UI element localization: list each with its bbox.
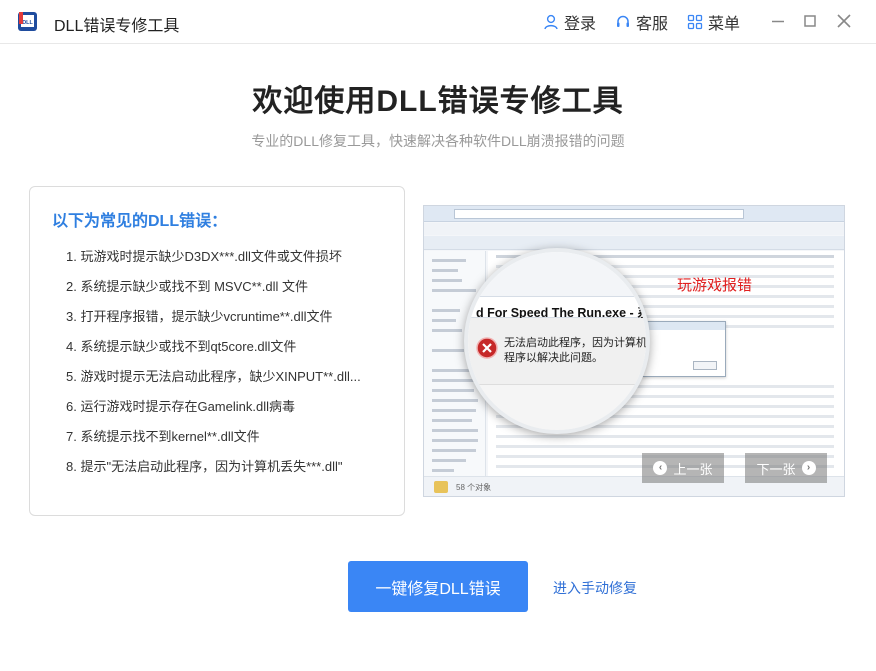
customer-service-button[interactable]: 客服 [615,11,668,33]
explorer-toolbar [424,236,844,250]
magnifier-lens: d For Speed The Run.exe - 系统错误 无法启动此程序，因… [464,248,650,434]
common-errors-title: 以下为常见的DLL错误： [52,213,228,230]
page-title: 欢迎使用DLL错误专修工具 [252,85,624,118]
close-icon[interactable] [834,11,854,31]
menu-button[interactable]: 菜单 [687,11,740,33]
login-button[interactable]: 登录 [543,11,596,33]
user-icon [544,14,558,30]
common-errors-panel: 以下为常见的DLL错误： 1. 玩游戏时提示缺少D3DX***.dll文件或文件… [29,186,405,516]
folder-icon [434,481,448,493]
minimize-icon[interactable] [768,11,788,31]
chevron-right-icon: › [801,461,816,475]
title-bar: DLL DLL错误专修工具 登录 客服 菜单 [0,0,876,44]
error-item: 1. 玩游戏时提示缺少D3DX***.dll文件或文件损坏 [66,249,342,264]
error-icon [476,337,498,359]
error-item: 2. 系统提示缺少或找不到 MSVC**.dll 文件 [66,279,308,294]
prev-image-label: 上一张 [673,461,713,477]
explorer-menu-bar [424,223,844,235]
next-image-label: 下一张 [756,461,796,477]
error-item: 6. 运行游戏时提示存在Gamelink.dll病毒 [66,399,295,414]
magnifier-message-line: 无法启动此程序，因为计算机中丢 [504,337,647,349]
page-subtitle: 专业的DLL修复工具，快速解决各种软件DLL崩溃报错的问题 [251,133,625,149]
login-label: 登录 [564,16,597,33]
chevron-left-icon: ‹ [653,461,668,475]
explorer-status-text: 58 个对象 [456,483,492,492]
manual-repair-link[interactable]: 进入手动修复 [553,578,637,598]
service-label: 客服 [636,16,669,33]
menu-label: 菜单 [708,16,741,33]
magnifier-message-line: 程序以解决此问题。 [504,352,603,364]
app-title: DLL错误专修工具 [54,18,180,35]
explorer-error-dialog [642,321,726,377]
headset-icon [617,15,629,27]
error-item: 8. 提示"无法启动此程序，因为计算机丢失***.dll" [66,459,343,474]
error-item: 7. 系统提示找不到kernel**.dll文件 [66,429,260,444]
next-image-button[interactable]: 下一张 › [745,453,827,483]
error-item: 4. 系统提示缺少或找不到qt5core.dll文件 [66,339,297,354]
screenshot-label: 玩游戏报错 [677,277,753,294]
prev-image-button[interactable]: ‹ 上一张 [642,453,724,483]
magnifier-message: 无法启动此程序，因为计算机中丢 程序以解决此问题。 [504,336,647,366]
app-logo-icon: DLL [18,12,37,31]
common-errors-list: 1. 玩游戏时提示缺少D3DX***.dll文件或文件损坏 2. 系统提示缺少或… [66,247,361,487]
explorer-address-bar [424,206,844,222]
one-click-repair-button[interactable]: 一键修复DLL错误 [348,561,528,612]
error-item: 5. 游戏时提示无法启动此程序，缺少XINPUT**.dll... [66,369,361,384]
grid-menu-icon [687,14,703,30]
svg-text:DLL: DLL [22,20,33,26]
example-screenshot: 58 个对象 d For Speed The Run.exe - 系统错误 无法… [423,205,845,497]
error-item: 3. 打开程序报错，提示缺少vcruntime**.dll文件 [66,309,333,324]
maximize-icon[interactable] [800,11,820,31]
